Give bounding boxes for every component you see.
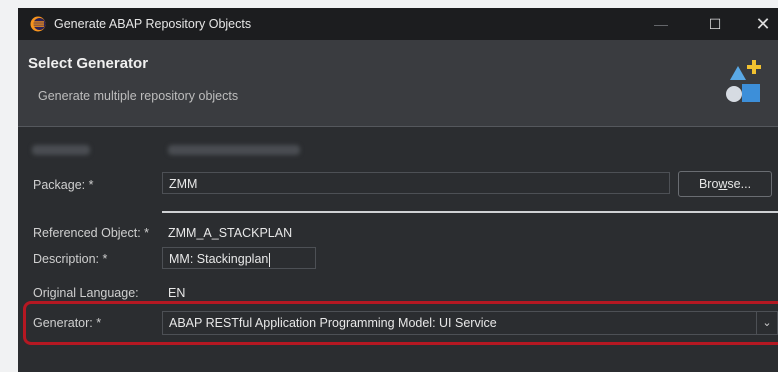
description-input[interactable]: MM: Stackingplan bbox=[162, 247, 316, 269]
original-language-value: EN bbox=[168, 286, 186, 300]
generator-select[interactable]: ABAP RESTful Application Programming Mod… bbox=[162, 311, 778, 335]
generator-label: Generator: * bbox=[33, 316, 102, 330]
description-label: Description: * bbox=[33, 252, 108, 266]
referenced-object-value: ZMM_A_STACKPLAN bbox=[168, 226, 293, 240]
maximize-button[interactable]: ☐ bbox=[692, 8, 738, 40]
generator-selected-value: ABAP RESTful Application Programming Mod… bbox=[169, 316, 497, 330]
minimize-button[interactable]: — bbox=[638, 8, 684, 40]
chevron-down-icon[interactable]: ⌄ bbox=[756, 312, 777, 334]
browse-label-suffix: se... bbox=[727, 177, 752, 191]
title-bar[interactable]: Generate ABAP Repository Objects — ☐ ✕ bbox=[18, 8, 778, 40]
original-language-label: Original Language: bbox=[33, 286, 139, 300]
description-value: MM: Stackingplan bbox=[169, 252, 269, 266]
package-input[interactable]: ZMM bbox=[162, 172, 670, 194]
new-objects-wizard-icon bbox=[726, 60, 761, 102]
browse-button[interactable]: Browse... bbox=[678, 171, 772, 197]
window-title: Generate ABAP Repository Objects bbox=[54, 17, 252, 31]
dialog-window: Generate ABAP Repository Objects — ☐ ✕ S… bbox=[18, 8, 778, 372]
blurred-label bbox=[32, 145, 90, 155]
blurred-value bbox=[168, 145, 300, 155]
eclipse-icon bbox=[30, 16, 46, 32]
close-button[interactable]: ✕ bbox=[740, 8, 778, 40]
browse-label-prefix: Bro bbox=[698, 177, 719, 191]
text-caret bbox=[269, 252, 271, 267]
page-title: Select Generator bbox=[28, 55, 149, 72]
package-label: Package: * bbox=[33, 178, 94, 192]
separator bbox=[162, 211, 778, 213]
generator-form: Package: * ZMM Browse... Referenced Obje… bbox=[18, 127, 778, 372]
page-subtitle: Generate multiple repository objects bbox=[38, 89, 239, 103]
referenced-object-label: Referenced Object: * bbox=[33, 226, 150, 240]
wizard-header: Select Generator Generate multiple repos… bbox=[18, 40, 778, 127]
